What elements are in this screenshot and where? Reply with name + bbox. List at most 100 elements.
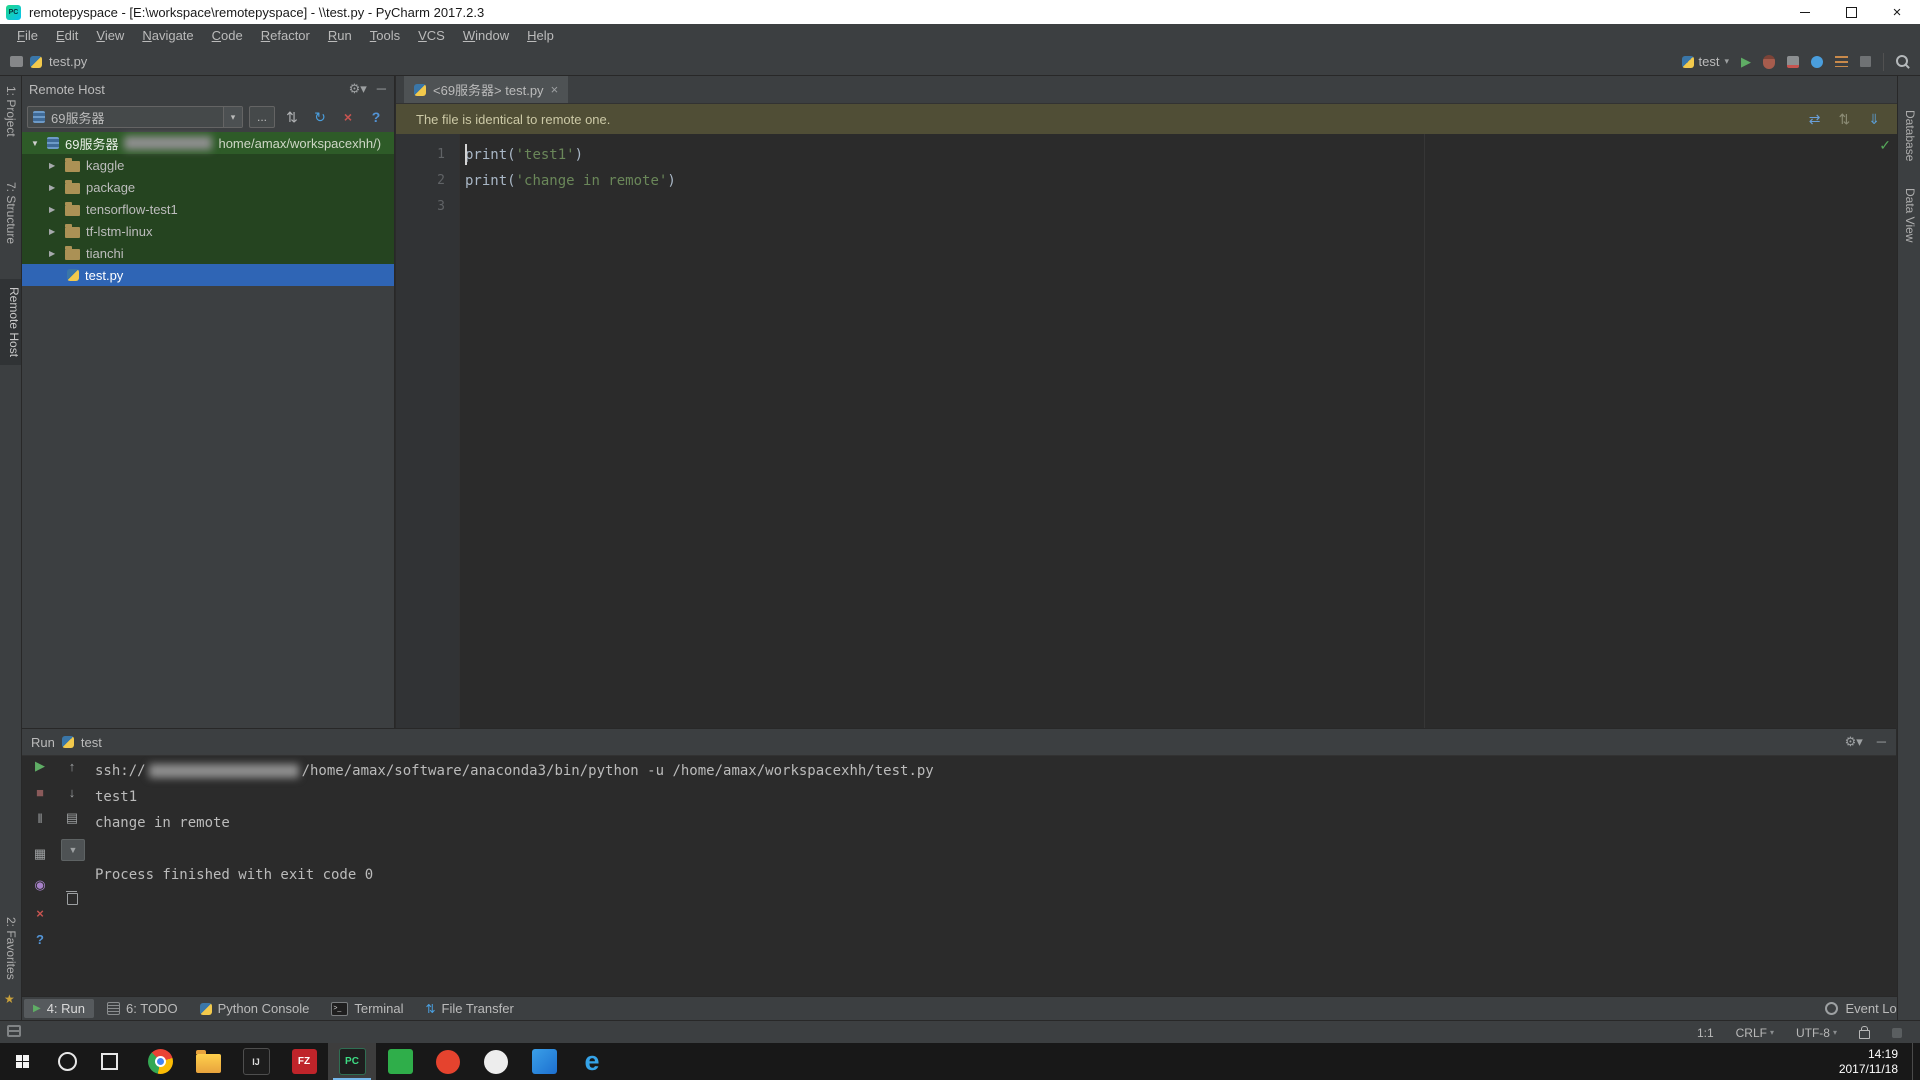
hide-panel-icon[interactable]: ─ [1877, 734, 1886, 750]
tab-remote-host[interactable]: Remote Host [0, 279, 21, 366]
refresh-icon[interactable]: ↻ [309, 109, 331, 126]
diff-icon[interactable]: ⇅ [1839, 111, 1851, 128]
soft-wrap-button[interactable]: ▤ [61, 808, 83, 828]
expand-arrow-icon[interactable]: ▶ [49, 205, 59, 214]
tool-window-switcher-icon[interactable] [7, 1025, 21, 1037]
download-icon[interactable]: ⇓ [1868, 111, 1880, 128]
expand-arrow-icon[interactable]: ▶ [49, 161, 59, 170]
line-number[interactable]: 1 [396, 142, 459, 168]
sync-arrows-icon[interactable]: ⇅ [281, 109, 303, 126]
rerun-button[interactable]: ▶ [29, 756, 51, 776]
expand-arrow-icon[interactable]: ▶ [49, 227, 59, 236]
run-button[interactable]: ▶ [1741, 54, 1751, 70]
caret-position[interactable]: 1:1 [1697, 1026, 1714, 1040]
tab-data-view[interactable]: Data View [1903, 188, 1917, 242]
tab-favorites[interactable]: 2: Favorites [4, 917, 18, 980]
scroll-to-end-button[interactable]: ▼ [61, 839, 85, 861]
menu-window[interactable]: Window [454, 24, 518, 48]
menu-file[interactable]: File [8, 24, 47, 48]
encoding-widget[interactable]: UTF-8 ▾ [1796, 1026, 1837, 1040]
tree-file-selected[interactable]: test.py [21, 264, 394, 286]
menu-navigate[interactable]: Navigate [133, 24, 202, 48]
tab-close-icon[interactable]: × [551, 82, 559, 97]
cortana-button[interactable] [46, 1043, 88, 1080]
toolwindow-button-terminal[interactable]: Terminal [322, 999, 412, 1018]
tree-folder-tensorflow-test1[interactable]: ▶ tensorflow-test1 [21, 198, 394, 220]
taskbar-app-intellij[interactable]: IJ [232, 1043, 280, 1080]
menu-help[interactable]: Help [518, 24, 563, 48]
menu-run[interactable]: Run [319, 24, 361, 48]
gear-icon[interactable]: ⚙▾ [1845, 734, 1863, 750]
taskbar-app-explorer[interactable] [184, 1043, 232, 1080]
restore-layout-button[interactable]: ▦ [29, 844, 51, 864]
combobox-arrow-icon[interactable]: ▾ [223, 107, 242, 127]
line-separator-widget[interactable]: CRLF ▾ [1736, 1026, 1774, 1040]
line-number[interactable]: 2 [396, 168, 459, 194]
pin-tab-button[interactable]: ◉ [29, 875, 51, 895]
taskbar-app-green-tile[interactable] [376, 1043, 424, 1080]
menu-tools[interactable]: Tools [361, 24, 409, 48]
toolwindow-button-4-run[interactable]: 4: Run [24, 999, 95, 1018]
toolwindow-button-6-todo[interactable]: 6: TODO [98, 999, 187, 1018]
taskbar-app-pycharm[interactable]: PC [328, 1043, 376, 1080]
taskbar-app-red-circle[interactable] [424, 1043, 472, 1080]
tab-database[interactable]: Database [1903, 110, 1917, 161]
code-line-2[interactable]: print('change in remote') [461, 168, 1878, 194]
code-line-1[interactable]: print('test1') [461, 142, 1878, 168]
sync-compare-icon[interactable]: ⇄ [1809, 111, 1821, 128]
taskbar-clock[interactable]: 14:19 2017/11/18 [1839, 1047, 1912, 1077]
profile-button[interactable] [1811, 55, 1823, 68]
expand-arrow-icon[interactable]: ▶ [49, 249, 59, 258]
tree-root-server[interactable]: ▼ 69服务器 home/amax/workspacexhh/) [21, 132, 394, 154]
tree-folder-package[interactable]: ▶ package [21, 176, 394, 198]
run-list-button[interactable] [1835, 56, 1848, 67]
tree-folder-tf-lstm-linux[interactable]: ▶ tf-lstm-linux [21, 220, 394, 242]
disconnect-icon[interactable]: × [337, 109, 359, 125]
collapse-arrow-icon[interactable]: ▼ [31, 139, 41, 148]
up-stack-trace-button[interactable]: ↑ [61, 756, 83, 776]
toolwindow-button-file-transfer[interactable]: File Transfer [416, 999, 522, 1018]
taskbar-app-light-circle[interactable] [472, 1043, 520, 1080]
pause-output-button[interactable]: ‖ [29, 808, 51, 828]
browse-servers-button[interactable]: ... [249, 106, 275, 128]
help-button[interactable]: ? [29, 929, 51, 949]
search-everywhere-button[interactable] [1896, 54, 1910, 69]
tree-folder-tianchi[interactable]: ▶ tianchi [21, 242, 394, 264]
run-config-selector[interactable]: test ▾ [1681, 54, 1729, 69]
menu-view[interactable]: View [87, 24, 133, 48]
tree-folder-kaggle[interactable]: ▶ kaggle [21, 154, 394, 176]
debug-button[interactable] [1763, 54, 1775, 69]
toolwindow-button-python-console[interactable]: Python Console [191, 999, 319, 1018]
tab-structure[interactable]: 7: Structure [4, 182, 18, 244]
inspection-ok-icon[interactable]: ✓ [1879, 137, 1891, 154]
menu-vcs[interactable]: VCS [409, 24, 454, 48]
minimize-button[interactable] [1782, 0, 1828, 24]
code-line-3[interactable] [461, 194, 1878, 220]
close-console-button[interactable]: × [29, 903, 51, 923]
menu-refactor[interactable]: Refactor [252, 24, 319, 48]
server-combobox[interactable]: 69服务器 ▾ [27, 106, 243, 128]
menu-edit[interactable]: Edit [47, 24, 87, 48]
clear-console-button[interactable] [61, 887, 83, 907]
coverage-button[interactable] [1787, 55, 1799, 68]
lock-icon[interactable] [1859, 1026, 1870, 1039]
taskbar-app-blue-tile[interactable] [520, 1043, 568, 1080]
line-number[interactable]: 3 [396, 194, 459, 220]
maximize-button[interactable] [1828, 0, 1874, 24]
expand-arrow-icon[interactable]: ▶ [49, 183, 59, 192]
help-icon[interactable]: ? [365, 109, 387, 125]
tab-project[interactable]: 1: Project [4, 86, 18, 137]
editor-body[interactable]: 123 print('test1') print('change in remot… [396, 134, 1898, 728]
taskbar-app-edge[interactable]: e [568, 1043, 616, 1080]
menu-code[interactable]: Code [203, 24, 252, 48]
breadcrumb-file[interactable]: test.py [49, 54, 87, 69]
close-button[interactable]: × [1874, 0, 1920, 24]
down-stack-trace-button[interactable]: ↓ [61, 782, 83, 802]
taskbar-app-chrome[interactable] [136, 1043, 184, 1080]
task-view-button[interactable] [88, 1043, 130, 1080]
run-console[interactable]: ssh:// /home/amax/software/anaconda3/bin/… [95, 758, 1886, 888]
editor-tab[interactable]: <69服务器> test.py × [404, 76, 569, 103]
gear-icon[interactable]: ⚙▾ [349, 81, 367, 97]
taskbar-app-filezilla[interactable]: FZ [280, 1043, 328, 1080]
hide-panel-icon[interactable]: ─ [377, 81, 386, 97]
